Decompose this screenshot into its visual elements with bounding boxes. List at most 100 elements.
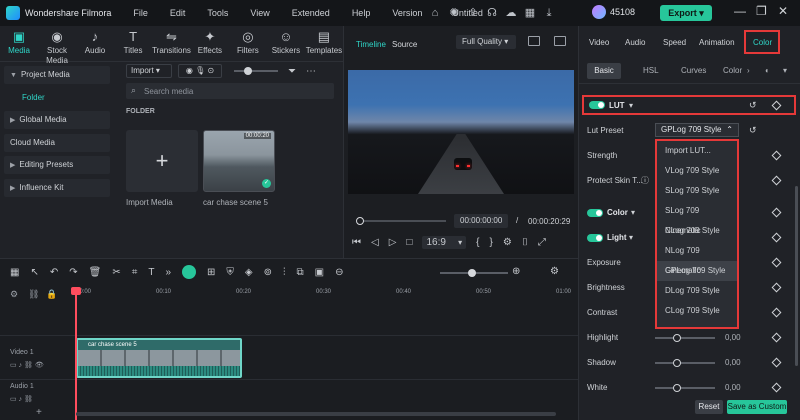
menu-view[interactable]: View — [250, 8, 269, 18]
camera-icon[interactable]: ⌷ — [522, 237, 528, 248]
shield-icon[interactable]: ⛨ — [226, 267, 234, 278]
menu-version[interactable]: Version — [392, 8, 422, 18]
lock-icon[interactable]: 🔒 — [46, 289, 57, 300]
subtab-color[interactable]: Color — [723, 66, 742, 75]
white-keyframe-icon[interactable] — [771, 382, 782, 393]
link-icon[interactable]: ⛓ — [28, 289, 39, 300]
export-button[interactable]: Export ▾ — [660, 5, 712, 21]
reset-button[interactable]: Reset — [695, 400, 723, 414]
pip-icon[interactable]: ⧉ — [297, 267, 304, 278]
stop-icon[interactable]: □ — [406, 237, 412, 248]
shadow-keyframe-icon[interactable] — [771, 357, 782, 368]
timeline-video-clip[interactable]: car chase scene 5 — [76, 338, 242, 378]
lut-option[interactable]: DLog 709 Style — [657, 281, 737, 301]
tab-media[interactable]: ▣ Media — [0, 26, 38, 61]
color-keyframe-icon[interactable] — [771, 207, 782, 218]
zoom-out-icon[interactable]: ⊖ — [335, 267, 343, 278]
lut-preset-dropdown[interactable]: GPLog 709 Style ⌃ — [655, 123, 739, 137]
record-icon[interactable]: ◉ — [186, 66, 193, 75]
tab-stock-media[interactable]: ◉ Stock Media — [38, 26, 76, 65]
slider-knob[interactable] — [468, 269, 476, 277]
tab-templates[interactable]: ▤ Templates — [305, 26, 343, 61]
menu-tools[interactable]: Tools — [207, 8, 228, 18]
filter-icon[interactable]: ⏷ — [288, 66, 296, 77]
redo-icon[interactable]: ↷ — [69, 267, 77, 278]
lut-option[interactable]: SLog 709 Style — [657, 181, 737, 201]
import-dropdown[interactable]: Import ▾ — [126, 64, 172, 78]
light-toggle[interactable] — [587, 234, 603, 242]
color-caret-icon[interactable]: ▾ — [631, 208, 635, 217]
bulb-icon[interactable]: ✺ — [447, 6, 461, 20]
timeline-settings-icon[interactable]: ⚙ — [550, 266, 559, 277]
mic-icon[interactable]: ⊚ — [264, 267, 272, 278]
progress-knob[interactable] — [356, 217, 364, 225]
slider-knob[interactable] — [673, 384, 681, 392]
playhead-handle[interactable] — [71, 287, 81, 295]
credits-display[interactable]: 45108 — [592, 5, 635, 19]
mark-out-icon[interactable]: } — [490, 237, 493, 248]
prev-frame-icon[interactable]: ⏮ — [352, 237, 361, 248]
ai-icon[interactable] — [182, 265, 197, 279]
tab-source[interactable]: Source — [392, 40, 417, 49]
lut-toggle[interactable] — [589, 101, 605, 109]
timeline-scrollbar[interactable] — [76, 412, 556, 416]
search-input[interactable] — [144, 85, 324, 97]
aspect-ratio-dropdown[interactable]: 16:9 ▾ — [422, 236, 467, 249]
render-icon[interactable]: ▣ — [315, 267, 324, 278]
marker-icon[interactable]: ◈ — [245, 267, 253, 278]
info-icon[interactable]: ⓘ — [641, 175, 649, 186]
menu-extended[interactable]: Extended — [292, 8, 330, 18]
subtab-more-icon[interactable]: › — [747, 66, 750, 75]
preview-progress-bar[interactable] — [356, 217, 446, 225]
subtab-basic[interactable]: Basic — [587, 63, 621, 79]
gift-icon[interactable]: ⌂ — [428, 6, 442, 20]
tab-titles[interactable]: T Titles — [114, 26, 152, 61]
tab-audio[interactable]: Audio — [625, 38, 645, 47]
playhead[interactable] — [75, 287, 77, 420]
tab-filters[interactable]: ◎ Filters — [229, 26, 267, 61]
video-track-controls[interactable]: ▭ ♪ ⛓ 👁 — [10, 361, 84, 369]
close-icon[interactable]: ✕ — [778, 4, 788, 18]
light-caret-icon[interactable]: ▾ — [629, 233, 633, 242]
media-clip-thumbnail[interactable]: 00:00:20 ✓ — [203, 130, 275, 192]
lut-option[interactable]: Import LUT... — [657, 141, 737, 161]
mic-icon[interactable]: 🎙 — [195, 66, 205, 75]
zoom-in-icon[interactable]: ⊕ — [512, 266, 520, 277]
slider-knob[interactable] — [673, 359, 681, 367]
menu-help[interactable]: Help — [352, 8, 371, 18]
tab-timeline[interactable]: Timeline — [356, 40, 386, 49]
more-tools-icon[interactable]: » — [165, 267, 171, 278]
tab-animation[interactable]: Animation — [699, 38, 735, 47]
menu-file[interactable]: File — [133, 8, 148, 18]
crop-icon[interactable]: ⌗ — [132, 267, 138, 278]
cloud-icon[interactable]: ☁ — [504, 6, 518, 20]
thumbnail-size-slider[interactable] — [234, 67, 278, 75]
lut-option[interactable]: VLog 709 Style — [657, 161, 737, 181]
lut-reset-icon[interactable]: ↺ — [749, 100, 757, 111]
contrast-keyframe-icon[interactable] — [771, 307, 782, 318]
restore-icon[interactable]: ❐ — [756, 4, 767, 18]
preset-reset-icon[interactable]: ↺ — [749, 125, 757, 136]
lut-option[interactable]: SLog 709 Cinematic — [657, 201, 737, 235]
download-icon[interactable]: ⤓ — [542, 6, 556, 20]
snap-icon[interactable]: ⊞ — [207, 267, 215, 278]
nav-project-media[interactable]: ▼ Project Media — [4, 66, 110, 84]
exposure-keyframe-icon[interactable] — [771, 257, 782, 268]
import-media-card[interactable]: + — [126, 130, 198, 192]
slider-knob[interactable] — [673, 334, 681, 342]
upload-icon[interactable]: ⇪ — [466, 6, 480, 20]
lut-option[interactable]: GPLog 709 Style — [657, 261, 737, 281]
tab-speed[interactable]: Speed — [663, 38, 686, 47]
timeline-ruler[interactable]: 00:00 00:10 00:20 00:30 00:40 00:50 01:00 — [76, 287, 578, 299]
strength-keyframe-icon[interactable] — [771, 150, 782, 161]
lut-option[interactable]: NLog 709 Cinematic — [657, 241, 737, 275]
play-icon[interactable]: ▷ — [389, 237, 397, 248]
tab-transitions[interactable]: ⇋ Transitions — [152, 26, 191, 61]
collapse-icon[interactable]: ▾ — [783, 66, 787, 75]
expand-icon[interactable]: ⤢ — [538, 237, 546, 248]
nav-cloud-media[interactable]: Cloud Media — [4, 133, 110, 152]
white-slider[interactable] — [655, 384, 715, 392]
subtab-hsl[interactable]: HSL — [643, 66, 659, 75]
layout-icon[interactable]: ▦ — [10, 267, 19, 278]
tab-video[interactable]: Video — [589, 38, 609, 47]
